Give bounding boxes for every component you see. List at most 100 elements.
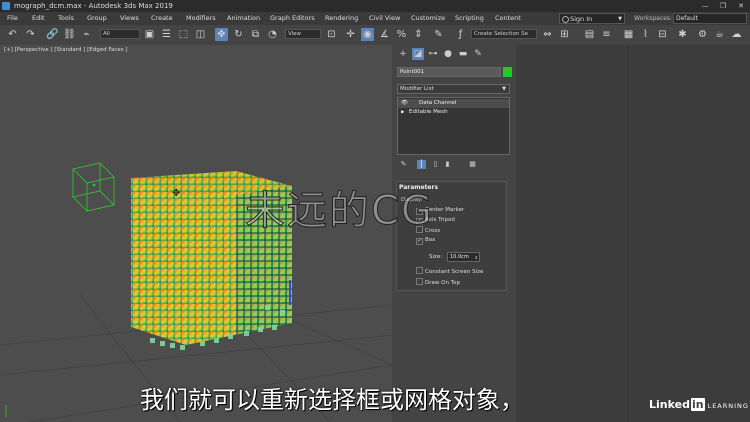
menu-views[interactable]: Views — [120, 12, 139, 25]
right-empty-panel — [516, 45, 750, 422]
watermark-text: 未远的CG — [245, 188, 434, 235]
close-button[interactable]: ✕ — [732, 0, 750, 12]
checkbox-label: Constant Screen Size — [425, 269, 484, 275]
menu-scripting[interactable]: Scripting — [455, 12, 484, 25]
modifier-list-dropdown[interactable]: Modifier List ▼ — [397, 84, 510, 94]
draw-on-top-checkbox[interactable]: Draw On Top — [416, 278, 460, 288]
utilities-tab-icon[interactable]: ✎ — [472, 48, 484, 60]
menu-animation[interactable]: Animation — [227, 12, 260, 25]
menu-modifiers[interactable]: Modifiers — [186, 12, 216, 25]
edit-named-selection-icon[interactable]: ✎ — [432, 28, 445, 41]
modifier-stack: 👁 Data Channel ▶ Editable Mesh — [397, 97, 510, 155]
menu-customize[interactable]: Customize — [411, 12, 445, 25]
modify-tab-icon[interactable]: ◪ — [412, 48, 424, 60]
eye-icon[interactable]: 👁 — [401, 99, 408, 108]
size-label: Size: — [429, 254, 443, 260]
expand-arrow-icon[interactable]: ▶ — [401, 108, 404, 117]
placement-icon[interactable]: ◔ — [266, 28, 279, 41]
menu-group[interactable]: Group — [87, 12, 107, 25]
rotate-icon[interactable]: ↻ — [232, 28, 245, 41]
stack-item-editable-mesh[interactable]: ▶ Editable Mesh — [398, 108, 509, 117]
maximize-button[interactable]: ❐ — [714, 0, 732, 12]
layer-explorer-icon[interactable]: ≡ — [600, 28, 613, 41]
configure-modifier-sets-icon[interactable]: ▦ — [468, 160, 477, 169]
stack-item-data-channel[interactable]: 👁 Data Channel — [398, 99, 509, 108]
redo-icon[interactable]: ↷ — [24, 28, 37, 41]
motion-tab-icon[interactable]: ● — [442, 48, 454, 60]
chevron-down-icon: ▼ — [618, 16, 622, 22]
reference-coordinate-dropdown[interactable]: View — [285, 29, 321, 39]
percent-snap-icon[interactable]: % — [395, 28, 408, 41]
workspaces-label: Workspaces: — [634, 15, 672, 22]
undo-icon[interactable]: ↶ — [6, 28, 19, 41]
scale-icon[interactable]: ⧉ — [249, 28, 262, 41]
pivot-icon[interactable]: ⊡ — [325, 28, 338, 41]
menu-create[interactable]: Create — [151, 12, 173, 25]
bind-spacewarp-icon[interactable]: ⌁ — [80, 28, 93, 41]
select-by-name-icon[interactable]: ☰ — [160, 28, 173, 41]
menu-tools[interactable]: Tools — [58, 12, 74, 25]
menu-file[interactable]: File — [7, 12, 18, 25]
move-cursor-icon: ✥ — [172, 188, 180, 199]
object-name-field[interactable]: Point001 — [397, 67, 501, 77]
angle-snap-icon[interactable]: ∡ — [378, 28, 391, 41]
unlink-icon[interactable]: ⛓ — [63, 28, 76, 41]
snaps-toggle-icon[interactable]: ◉ — [361, 28, 374, 41]
schematic-view-icon[interactable]: ⊟ — [656, 28, 669, 41]
menu-content[interactable]: Content — [495, 12, 521, 25]
checkbox-check-icon: ✓ — [416, 238, 423, 245]
create-selection-set-dropdown[interactable]: Create Selection Se — [471, 29, 537, 39]
render-setup-icon[interactable]: ⚙ — [696, 28, 709, 41]
mirror-icon[interactable]: ⇔ — [541, 28, 554, 41]
spinner-snap-icon[interactable]: ⇕ — [412, 28, 425, 41]
sign-in-dropdown[interactable]: Sign In ▼ — [559, 13, 625, 24]
box-checkbox[interactable]: ✓ Box — [416, 236, 435, 245]
menu-graph-editors[interactable]: Graph Editors — [270, 12, 315, 25]
checkbox-empty-icon — [416, 267, 423, 274]
named-selection-icon[interactable]: ƒ — [454, 28, 467, 41]
remove-modifier-icon[interactable]: ▮ — [443, 160, 452, 169]
stack-tools: ✎ ┃ ▯ ▮ ▦ — [397, 158, 510, 172]
selection-region-icon[interactable]: ⬚ — [177, 28, 190, 41]
rendered-frame-window-icon[interactable]: ☕ — [713, 28, 726, 41]
menu-edit[interactable]: Edit — [32, 12, 45, 25]
menu-rendering[interactable]: Rendering — [325, 12, 358, 25]
checkbox-empty-icon — [416, 278, 423, 285]
sign-in-label: Sign In — [570, 15, 593, 23]
object-color-swatch[interactable] — [503, 67, 512, 77]
size-spinner[interactable]: 10.0cm ⇕ — [447, 252, 480, 262]
display-tab-icon[interactable]: ▬ — [457, 48, 469, 60]
window-crossing-icon[interactable]: ◫ — [194, 28, 207, 41]
curve-editor-icon[interactable]: ⌇ — [639, 28, 652, 41]
pin-stack-icon[interactable]: ✎ — [399, 160, 408, 169]
user-icon — [562, 16, 569, 23]
window-title: mograph_dcm.max - Autodesk 3ds Max 2019 — [14, 2, 173, 10]
create-tab-icon[interactable]: + — [397, 48, 409, 60]
stack-item-label: Editable Mesh — [409, 109, 448, 115]
point-helper[interactable] — [72, 162, 115, 212]
material-editor-icon[interactable]: ✱ — [676, 28, 689, 41]
link-icon[interactable]: 🔗 — [46, 28, 59, 41]
scene-explorer-icon[interactable]: ▤ — [583, 28, 596, 41]
linkedin-learning-logo: Linked in LEARNING — [649, 398, 749, 411]
app-icon — [2, 2, 10, 10]
move-icon[interactable]: ✥ — [215, 28, 228, 41]
align-icon[interactable]: ⊞ — [558, 28, 571, 41]
minimize-button[interactable]: — — [696, 0, 714, 12]
menu-bar: File Edit Tools Group Views Create Modif… — [0, 12, 750, 25]
spinner-arrows-icon[interactable]: ⇕ — [475, 253, 478, 262]
make-unique-icon[interactable]: ▯ — [431, 160, 440, 169]
select-manipulate-icon[interactable]: ✛ — [344, 28, 357, 41]
show-end-result-icon[interactable]: ┃ — [417, 160, 426, 169]
checkbox-label: Draw On Top — [425, 280, 460, 286]
menu-civil-view[interactable]: Civil View — [369, 12, 400, 25]
select-object-icon[interactable]: ▣ — [143, 28, 156, 41]
graphite-toggle-icon[interactable]: ▦ — [622, 28, 635, 41]
render-production-icon[interactable]: ☁ — [730, 28, 743, 41]
checkbox-label: Box — [425, 237, 436, 243]
video-subtitle: 我们就可以重新选择框或网格对象， — [140, 386, 524, 414]
workspace-select[interactable]: Default — [673, 13, 747, 24]
constant-screen-size-checkbox[interactable]: Constant Screen Size — [416, 267, 483, 277]
selection-filter-dropdown[interactable]: All — [100, 29, 140, 39]
hierarchy-tab-icon[interactable]: ⊶ — [427, 48, 439, 60]
